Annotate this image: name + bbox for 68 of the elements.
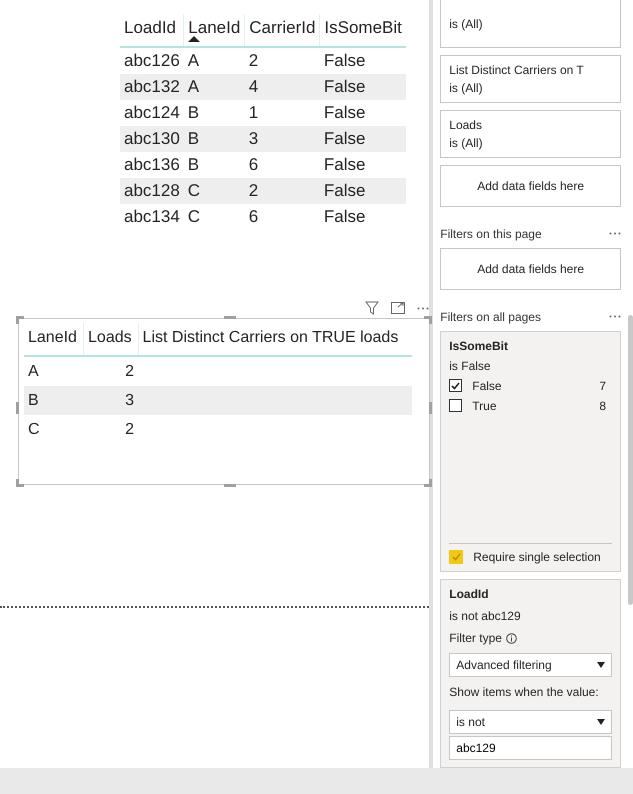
info-icon[interactable]	[506, 632, 517, 644]
check-icon	[452, 553, 461, 562]
table-cell: B	[184, 126, 245, 152]
table-cell: 1	[244, 100, 320, 126]
filter-card[interactable]: LoadId is not abc129 Filter type Advanced filtering Show items when the value: is not abc129	[440, 579, 621, 768]
filter-title: List Distinct Carriers on T	[449, 63, 585, 77]
table-cell: False	[320, 74, 406, 100]
check-icon	[451, 382, 460, 390]
section-heading: Filters on this page	[440, 226, 542, 241]
filter-summary: is (All)	[449, 17, 484, 31]
table-cell: 4	[244, 74, 320, 100]
add-fields-dropzone[interactable]: Add data fields here	[440, 248, 621, 290]
table-cell: abc128	[120, 178, 184, 204]
table-cell: 2	[84, 356, 138, 386]
table-cell: False	[320, 47, 406, 74]
table-cell: B	[184, 152, 245, 178]
add-fields-dropzone[interactable]: Add data fields here	[440, 165, 621, 207]
table-cell: False	[320, 100, 406, 126]
filter-card[interactable]: Loads is (All)	[440, 110, 621, 158]
condition-dropdown[interactable]: is not	[449, 710, 612, 734]
table-cell: False	[320, 152, 406, 178]
option-count: 7	[599, 378, 606, 392]
option-count: 8	[599, 398, 606, 412]
table-cell: abc132	[120, 74, 184, 100]
filter-card[interactable]: List Distinct Carriers on T is (All)	[440, 55, 621, 103]
option-label: Require single selection	[473, 550, 601, 564]
table-cell: 3	[84, 386, 138, 415]
table-cell: 6	[244, 152, 320, 178]
table-cell: 3	[244, 126, 320, 152]
more-icon[interactable]	[609, 232, 621, 236]
table-cell: A	[184, 47, 245, 74]
filter-title: LoadId	[449, 587, 490, 602]
more-icon[interactable]	[609, 315, 621, 318]
table-cell: A	[184, 74, 245, 100]
filter-card[interactable]: is (All)	[440, 0, 621, 48]
table-cell: abc124	[120, 100, 184, 126]
table-cell: 2	[244, 47, 320, 74]
field-label: Show items when the value:	[449, 685, 600, 700]
filter-title: Loads	[449, 118, 483, 132]
more-icon[interactable]	[417, 306, 429, 310]
filter-icon[interactable]	[365, 301, 379, 315]
option-label: False	[472, 378, 502, 392]
table-cell: B	[24, 386, 84, 415]
value-input[interactable]: abc129	[449, 736, 612, 760]
table-cell: 2	[244, 178, 320, 204]
table-cell: abc130	[120, 126, 184, 152]
caret-icon	[597, 662, 605, 668]
filter-summary: is False	[449, 358, 492, 372]
filter-title: IsSomeBit	[449, 338, 509, 352]
filter-summary: is not abc129	[449, 609, 522, 624]
table-cell: False	[320, 126, 406, 152]
checkbox[interactable]	[449, 399, 462, 412]
section-heading: Filters on all pages	[440, 310, 541, 324]
focus-mode-icon[interactable]	[391, 302, 405, 314]
table-cell: C	[184, 178, 245, 204]
table-cell: B	[184, 100, 245, 126]
option-label: True	[472, 398, 496, 412]
filter-type-dropdown[interactable]: Advanced filtering	[449, 653, 612, 678]
caret-icon	[597, 719, 605, 726]
table-cell: abc126	[120, 47, 184, 74]
filter-summary: is (All)	[449, 136, 484, 150]
field-label: Filter type	[449, 631, 502, 646]
table-cell: abc136	[120, 152, 184, 178]
scrollbar-thumb[interactable]	[628, 315, 632, 605]
checkbox[interactable]	[449, 379, 462, 392]
filter-summary: is (All)	[449, 81, 484, 95]
table-cell: A	[24, 356, 84, 386]
table-cell: False	[320, 178, 406, 204]
